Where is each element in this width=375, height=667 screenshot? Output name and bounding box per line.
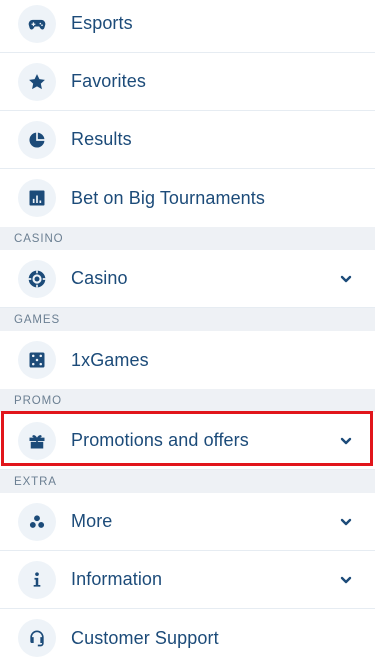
star-icon xyxy=(18,62,56,101)
gift-icon xyxy=(18,421,56,460)
casino-chip-icon xyxy=(18,259,56,298)
chevron-down-icon[interactable] xyxy=(339,272,353,286)
dice-icon xyxy=(18,341,56,379)
side-menu: Esports Favorites Results Bet on Big Tou… xyxy=(0,0,375,667)
gamepad-icon xyxy=(18,4,56,43)
menu-item-label: More xyxy=(71,511,113,531)
menu-item-more[interactable]: More xyxy=(0,493,375,551)
menu-item-favorites[interactable]: Favorites xyxy=(0,53,375,111)
menu-item-label: Information xyxy=(71,569,163,589)
section-header-casino: CASINO xyxy=(0,227,375,250)
section-header-promo: PROMO xyxy=(0,389,375,412)
menu-item-label: Favorites xyxy=(71,71,146,91)
menu-item-results[interactable]: Results xyxy=(0,111,375,169)
info-icon xyxy=(18,560,56,599)
pie-chart-icon xyxy=(18,120,56,159)
bar-chart-icon xyxy=(18,179,56,217)
section-header-extra: EXTRA xyxy=(0,470,375,493)
menu-item-promotions[interactable]: Promotions and offers xyxy=(0,412,375,470)
menu-item-casino[interactable]: Casino xyxy=(0,250,375,308)
chevron-down-icon[interactable] xyxy=(339,515,353,529)
menu-item-label: Customer Support xyxy=(71,627,219,648)
headset-icon xyxy=(18,619,56,657)
menu-item-big-tournaments[interactable]: Bet on Big Tournaments xyxy=(0,169,375,227)
menu-item-label: Bet on Big Tournaments xyxy=(71,187,265,208)
menu-item-esports[interactable]: Esports xyxy=(0,0,375,53)
menu-item-label: Results xyxy=(71,129,132,149)
chevron-down-icon[interactable] xyxy=(339,434,353,448)
menu-item-support[interactable]: Customer Support xyxy=(0,609,375,667)
menu-item-label: Promotions and offers xyxy=(71,430,249,450)
menu-item-label: Casino xyxy=(71,268,128,288)
menu-item-information[interactable]: Information xyxy=(0,551,375,609)
chevron-down-icon[interactable] xyxy=(339,573,353,587)
menu-item-label: Esports xyxy=(71,13,133,33)
dots-cluster-icon xyxy=(18,502,56,541)
menu-item-label: 1xGames xyxy=(71,349,149,370)
menu-item-1xgames[interactable]: 1xGames xyxy=(0,331,375,389)
section-header-games: GAMES xyxy=(0,308,375,331)
